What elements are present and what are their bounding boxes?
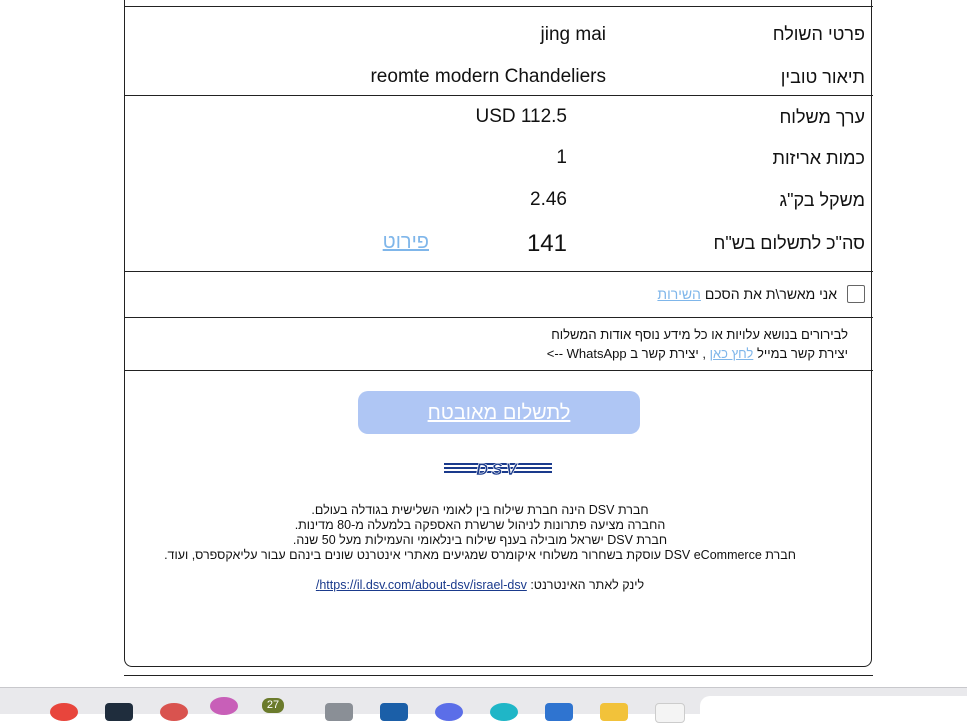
taskbar: 27 — [0, 687, 967, 723]
divider — [124, 271, 873, 272]
goods-description-value: reomte modern Chandeliers — [370, 66, 606, 87]
website-line: לינק לאתר האינטרנט: https://il.dsv.com/a… — [130, 578, 830, 592]
chrome-icon[interactable] — [50, 703, 78, 721]
weight-value: 2.46 — [530, 189, 567, 210]
goods-description-label: תיאור טובין — [780, 67, 865, 87]
packages-value: 1 — [556, 147, 567, 168]
divider — [124, 675, 873, 676]
edge-icon[interactable] — [490, 703, 518, 721]
sender-label: פרטי השולח — [772, 24, 865, 44]
secure-payment-button[interactable]: לתשלום מאובטח — [358, 391, 640, 434]
briefcase-icon[interactable] — [380, 703, 408, 721]
about-line-3: חברת DSV ישראל מובילה בענף שילוח בינלאומ… — [292, 533, 668, 547]
about-line-2: החברה מציעה פתרונות לניהול שרשרת האספקה … — [294, 518, 666, 532]
terms-link[interactable]: השירות — [657, 286, 701, 302]
contact-email-prefix: יצירת קשר במייל — [756, 346, 848, 361]
website-label: לינק לאתר האינטרנט: — [530, 578, 645, 592]
badge-count: 27 — [262, 698, 284, 713]
app-icon[interactable] — [105, 703, 133, 721]
contact-line-1: לבירורים בנושא עלויות או כל מידע נוסף או… — [551, 327, 848, 342]
folder-icon[interactable] — [600, 703, 628, 721]
total-value: 141 — [526, 230, 567, 257]
shipment-value: USD 112.5 — [475, 106, 567, 127]
divider — [124, 317, 873, 318]
dsv-logo-text: DSV — [476, 460, 520, 476]
search-box[interactable] — [700, 696, 967, 716]
divider — [124, 370, 873, 371]
website-link[interactable]: https://il.dsv.com/about-dsv/israel-dsv/ — [316, 578, 527, 592]
sender-value: jing mai — [540, 24, 606, 45]
app-icon[interactable] — [545, 703, 573, 721]
app-icon[interactable] — [655, 703, 685, 723]
divider — [124, 95, 873, 96]
contact-email-link[interactable]: לחץ כאן — [710, 346, 754, 361]
total-label: סה"כ לתשלום בש"ח — [713, 233, 865, 253]
notification-icon[interactable] — [210, 697, 238, 715]
about-line-1: חברת DSV הינה חברת שילוח בין לאומי השליש… — [311, 503, 649, 517]
about-line-4: חברת DSV eCommerce עוסקת בשחרור משלוחי א… — [164, 548, 796, 562]
contact-line-2: יצירת קשר במייל לחץ כאן , יצירת קשר ב Wh… — [547, 346, 848, 361]
dsv-logo: DSV — [444, 460, 552, 479]
packages-label: כמות אריזות — [772, 148, 865, 168]
details-link[interactable]: פירוט — [383, 231, 429, 254]
contact-whatsapp-text: , יצירת קשר ב WhatsApp --> — [546, 346, 706, 361]
app-icon[interactable] — [435, 703, 463, 721]
weight-label: משקל בק"ג — [779, 190, 865, 210]
terms-checkbox[interactable] — [847, 285, 865, 303]
camera-icon[interactable] — [325, 703, 353, 721]
app-icon[interactable] — [160, 703, 188, 721]
divider — [124, 6, 873, 7]
shipment-value-label: ערך משלוח — [779, 107, 865, 127]
terms-text: אני מאשר\ת את הסכם השירות — [657, 286, 837, 302]
terms-prefix: אני מאשר\ת את הסכם — [704, 286, 837, 302]
